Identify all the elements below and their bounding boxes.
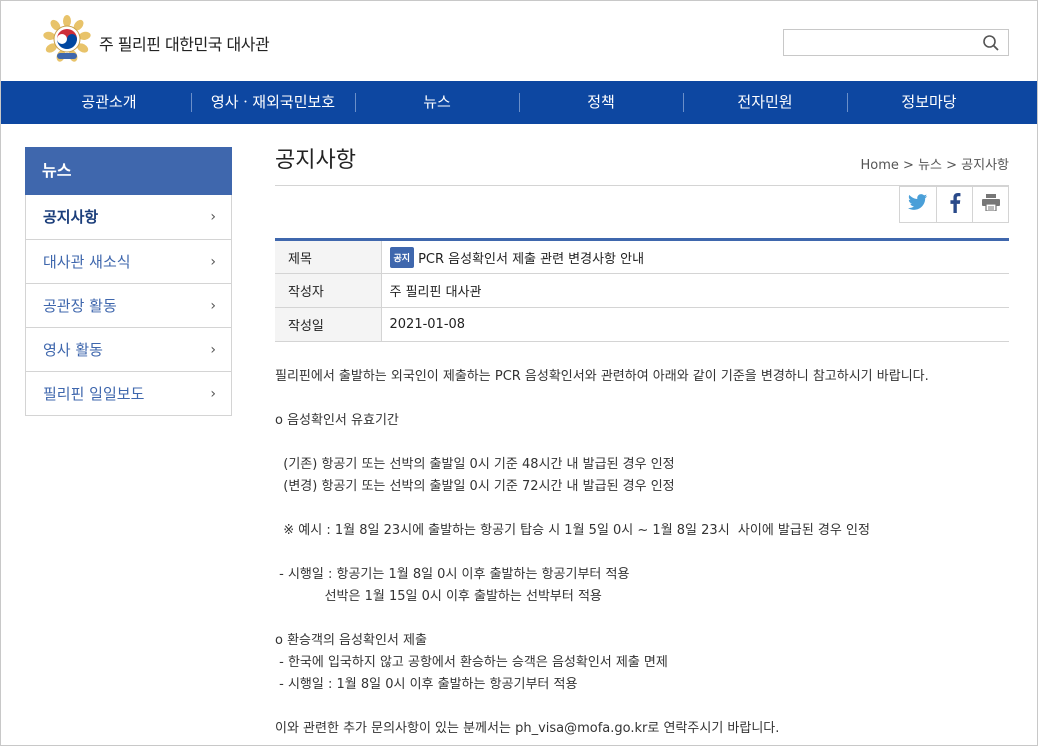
nav-item-consular[interactable]: 영사ㆍ재외국민보호 bbox=[191, 81, 355, 124]
article-line bbox=[275, 608, 1009, 630]
facebook-share-button[interactable] bbox=[936, 187, 972, 222]
side-nav-item-label: 영사 활동 bbox=[43, 341, 103, 359]
breadcrumb-separator: > bbox=[946, 158, 962, 173]
table-row: 제목 공지 PCR 음성확인서 제출 관련 변경사항 안내 bbox=[275, 239, 1009, 274]
article-line: o 환승객의 음성확인서 제출 bbox=[275, 633, 427, 648]
side-nav-title: 뉴스 bbox=[25, 147, 232, 195]
author-label: 작성자 bbox=[275, 273, 382, 308]
article-line bbox=[275, 696, 1009, 718]
article-body: 필리핀에서 출발하는 외국인이 제출하는 PCR 음성확인서와 관련하여 아래와… bbox=[275, 366, 1009, 740]
main-content: 공지사항 Home > 뉴스 > 공지사항 제목 공지 PCR 음성확인서 제출… bbox=[275, 147, 1009, 740]
article-meta-table: 제목 공지 PCR 음성확인서 제출 관련 변경사항 안내 작성자 주 필리핀 대… bbox=[275, 238, 1009, 342]
nav-item-about[interactable]: 공관소개 bbox=[27, 81, 191, 124]
main-nav: 공관소개 영사ㆍ재외국민보호 뉴스 정책 전자민원 정보마당 bbox=[1, 81, 1037, 124]
breadcrumb: Home > 뉴스 > 공지사항 bbox=[861, 154, 1010, 173]
facebook-icon bbox=[949, 192, 961, 217]
article-line: (기존) 항공기 또는 선박의 출발일 0시 기준 48시간 내 발급된 경우 … bbox=[275, 457, 675, 472]
article-line bbox=[275, 432, 1009, 454]
article-line: - 한국에 입국하지 않고 공항에서 환승하는 승객은 음성확인서 제출 면제 bbox=[275, 655, 668, 670]
breadcrumb-current[interactable]: 공지사항 bbox=[961, 158, 1009, 173]
side-nav-item-ambassador-activities[interactable]: 공관장 활동 › bbox=[26, 283, 231, 327]
subject-label: 제목 bbox=[275, 239, 382, 274]
side-nav-item-daily-report[interactable]: 필리핀 일일보도 › bbox=[26, 371, 231, 415]
share-bar bbox=[275, 186, 1009, 238]
side-nav-item-embassy-news[interactable]: 대사관 새소식 › bbox=[26, 239, 231, 283]
article-line: o 음성확인서 유효기간 bbox=[275, 413, 399, 428]
print-button[interactable] bbox=[972, 187, 1008, 222]
embassy-emblem-icon[interactable] bbox=[43, 15, 91, 63]
side-nav-item-label: 공지사항 bbox=[43, 208, 99, 226]
side-nav: 뉴스 공지사항 › 대사관 새소식 › 공관장 활동 › 영사 활동 › 필리핀… bbox=[25, 147, 232, 416]
search-icon[interactable] bbox=[982, 34, 1000, 52]
side-nav-list: 공지사항 › 대사관 새소식 › 공관장 활동 › 영사 활동 › 필리핀 일일… bbox=[25, 195, 232, 416]
article-line: 이와 관련한 추가 문의사항이 있는 분께서는 ph_visa@mofa.go.… bbox=[275, 721, 780, 736]
article-subject: PCR 음성확인서 제출 관련 변경사항 안내 bbox=[418, 251, 645, 267]
table-row: 작성자 주 필리핀 대사관 bbox=[275, 273, 1009, 308]
twitter-icon bbox=[908, 194, 928, 215]
side-nav-item-consular-activities[interactable]: 영사 활동 › bbox=[26, 327, 231, 371]
date-label: 작성일 bbox=[275, 307, 382, 342]
article-date: 2021-01-08 bbox=[381, 307, 1009, 342]
site-title[interactable]: 주 필리핀 대한민국 대사관 bbox=[99, 31, 270, 55]
notice-badge: 공지 bbox=[389, 246, 415, 268]
share-buttons bbox=[899, 186, 1009, 223]
article-line bbox=[275, 388, 1009, 410]
search-input[interactable] bbox=[784, 30, 974, 55]
article-line: (변경) 항공기 또는 선박의 출발일 0시 기준 72시간 내 발급된 경우 … bbox=[275, 479, 675, 494]
chevron-right-icon: › bbox=[210, 254, 216, 270]
side-nav-item-label: 대사관 새소식 bbox=[43, 253, 131, 271]
chevron-right-icon: › bbox=[210, 298, 216, 314]
article-line: - 시행일 : 1월 8일 0시 이후 출발하는 항공기부터 적용 bbox=[275, 677, 578, 692]
side-nav-item-label: 필리핀 일일보도 bbox=[43, 385, 145, 403]
site-header: 주 필리핀 대한민국 대사관 bbox=[1, 1, 1037, 81]
chevron-right-icon: › bbox=[210, 209, 216, 225]
article-line: 선박은 1월 15일 0시 이후 출발하는 선박부터 적용 bbox=[275, 589, 602, 604]
twitter-share-button[interactable] bbox=[900, 187, 936, 222]
article-line: 필리핀에서 출발하는 외국인이 제출하는 PCR 음성확인서와 관련하여 아래와… bbox=[275, 369, 929, 384]
nav-item-info[interactable]: 정보마당 bbox=[847, 81, 1011, 124]
side-nav-item-notice[interactable]: 공지사항 › bbox=[26, 195, 231, 239]
breadcrumb-separator: > bbox=[903, 158, 919, 173]
print-icon bbox=[981, 194, 1000, 215]
chevron-right-icon: › bbox=[210, 342, 216, 358]
breadcrumb-home[interactable]: Home bbox=[861, 158, 899, 173]
nav-item-policy[interactable]: 정책 bbox=[519, 81, 683, 124]
breadcrumb-news[interactable]: 뉴스 bbox=[918, 158, 942, 173]
chevron-right-icon: › bbox=[210, 386, 216, 402]
table-row: 작성일 2021-01-08 bbox=[275, 307, 1009, 342]
nav-item-news[interactable]: 뉴스 bbox=[355, 81, 519, 124]
nav-item-e-petition[interactable]: 전자민원 bbox=[683, 81, 847, 124]
article-author: 주 필리핀 대사관 bbox=[381, 273, 1009, 308]
search-box[interactable] bbox=[783, 29, 1009, 56]
article-line: ※ 예시 : 1월 8일 23시에 출발하는 항공기 탑승 시 1월 5일 0시… bbox=[275, 523, 870, 538]
subject-cell: 공지 PCR 음성확인서 제출 관련 변경사항 안내 bbox=[381, 239, 1009, 274]
article-line bbox=[275, 498, 1009, 520]
article-line bbox=[275, 542, 1009, 564]
article-line: - 시행일 : 항공기는 1월 8일 0시 이후 출발하는 항공기부터 적용 bbox=[275, 567, 630, 582]
side-nav-item-label: 공관장 활동 bbox=[43, 297, 117, 315]
